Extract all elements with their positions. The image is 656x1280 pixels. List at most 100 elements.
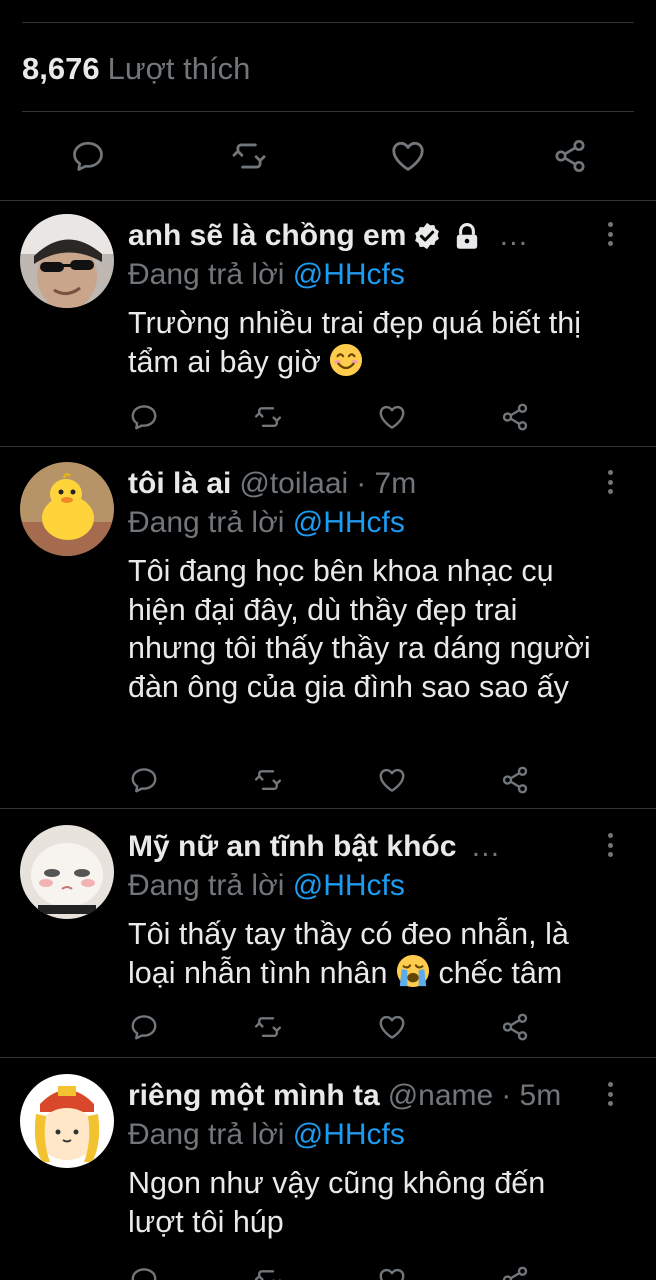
like-button[interactable]	[370, 1005, 414, 1049]
like-button[interactable]	[370, 758, 414, 802]
display-name[interactable]: tôi là ai	[128, 467, 231, 501]
display-name[interactable]: riêng một mình ta	[128, 1079, 380, 1113]
reply-button[interactable]	[122, 1258, 166, 1280]
heart-outline-icon	[379, 1015, 405, 1039]
avatar-image	[20, 214, 114, 308]
replying-to: Đang trả lời @HHcfs	[128, 1118, 405, 1152]
retweet-button[interactable]	[246, 395, 290, 439]
replying-label: Đang trả lời	[128, 869, 285, 902]
share-button[interactable]	[493, 395, 537, 439]
reply-actions	[0, 1258, 656, 1280]
divider	[22, 111, 634, 112]
avatar[interactable]	[20, 1074, 114, 1168]
share-nodes-icon	[502, 1266, 528, 1280]
mention-link[interactable]: @HHcfs	[293, 506, 405, 539]
speech-bubble-icon	[131, 1015, 157, 1040]
share-button[interactable]	[493, 1005, 537, 1049]
reply-actions	[0, 1005, 656, 1049]
reply-actions	[0, 395, 656, 439]
retweet-arrows-icon	[254, 407, 282, 427]
retweet-arrows-icon	[254, 770, 282, 790]
user-handle[interactable]: @toilaai	[239, 467, 348, 501]
share-nodes-icon	[502, 1013, 528, 1041]
timestamp[interactable]: · 5m	[501, 1079, 561, 1113]
retweet-button[interactable]	[219, 126, 279, 186]
divider	[0, 808, 656, 809]
replying-label: Đang trả lời	[128, 1118, 285, 1151]
speech-bubble-icon	[131, 768, 157, 793]
reply-tweet[interactable]: anh sẽ là chồng em … Đang trả lời @HHcfs…	[0, 214, 656, 446]
heart-outline-icon	[379, 768, 405, 792]
divider	[0, 200, 656, 201]
reply-button[interactable]	[122, 1005, 166, 1049]
like-button[interactable]	[378, 126, 438, 186]
reply-header: anh sẽ là chồng em …	[128, 216, 528, 256]
more-options-button[interactable]	[600, 218, 620, 250]
replying-label: Đang trả lời	[128, 506, 285, 539]
tweet-text: Trường nhiều trai đẹp quá biết thị tẩm a…	[128, 304, 628, 381]
share-nodes-icon	[502, 403, 528, 431]
mention-link[interactable]: @HHcfs	[293, 258, 405, 291]
likes-label: Lượt thích	[107, 51, 251, 86]
truncation-ellipsis: …	[470, 830, 501, 863]
divider	[0, 1057, 656, 1058]
divider	[22, 22, 634, 23]
reply-button[interactable]	[58, 126, 118, 186]
reply-tweet[interactable]: Mỹ nữ an tĩnh bật khóc … Đang trả lời @H…	[0, 825, 656, 1057]
speech-bubble-icon	[73, 141, 103, 171]
retweet-arrows-icon	[254, 1017, 282, 1037]
retweet-arrows-icon	[232, 143, 266, 169]
more-options-button[interactable]	[600, 466, 620, 498]
likes-stat[interactable]: 8,676 Lượt thích	[22, 48, 250, 90]
share-button[interactable]	[540, 126, 600, 186]
mention-link[interactable]: @HHcfs	[293, 869, 405, 902]
share-nodes-icon	[502, 766, 528, 794]
mention-link[interactable]: @HHcfs	[293, 1118, 405, 1151]
smiling-face-emoji-icon	[330, 343, 363, 376]
avatar-image	[20, 1074, 114, 1168]
reply-header: Mỹ nữ an tĩnh bật khóc …	[128, 827, 500, 867]
tweet-text-content: chếc tâm	[438, 955, 563, 990]
user-handle[interactable]: @name	[388, 1079, 494, 1113]
divider	[0, 446, 656, 447]
reply-tweet[interactable]: riêng một mình ta @name · 5m Đang trả lờ…	[0, 1074, 656, 1280]
like-button[interactable]	[370, 1258, 414, 1280]
timestamp[interactable]: · 7m	[356, 467, 416, 501]
verified-badge-icon	[412, 221, 442, 251]
truncation-ellipsis: …	[498, 219, 529, 252]
replying-to: Đang trả lời @HHcfs	[128, 869, 405, 903]
retweet-button[interactable]	[246, 1258, 290, 1280]
avatar[interactable]	[20, 214, 114, 308]
avatar[interactable]	[20, 825, 114, 919]
retweet-button[interactable]	[246, 758, 290, 802]
display-name[interactable]: anh sẽ là chồng em	[128, 219, 406, 253]
share-button[interactable]	[493, 758, 537, 802]
replying-label: Đang trả lời	[128, 258, 285, 291]
reply-header: tôi là ai @toilaai · 7m	[128, 464, 416, 504]
like-button[interactable]	[370, 395, 414, 439]
speech-bubble-icon	[131, 405, 157, 430]
heart-outline-icon	[379, 1268, 405, 1280]
retweet-button[interactable]	[246, 1005, 290, 1049]
speech-bubble-icon	[131, 1268, 157, 1280]
replying-to: Đang trả lời @HHcfs	[128, 258, 405, 292]
share-button[interactable]	[493, 1258, 537, 1280]
avatar[interactable]	[20, 462, 114, 556]
heart-outline-icon	[379, 405, 405, 429]
more-options-button[interactable]	[600, 1078, 620, 1110]
reply-button[interactable]	[122, 758, 166, 802]
main-tweet-actions	[0, 126, 656, 186]
reply-header: riêng một mình ta @name · 5m	[128, 1076, 561, 1116]
reply-button[interactable]	[122, 395, 166, 439]
retweet-arrows-icon	[254, 1270, 281, 1280]
replying-to: Đang trả lời @HHcfs	[128, 506, 405, 540]
loudly-crying-face-emoji-icon	[396, 954, 430, 987]
more-options-button[interactable]	[600, 829, 620, 861]
tweet-text: Ngon như vậy cũng không đến lượt tôi húp	[128, 1166, 546, 1239]
heart-outline-icon	[392, 141, 424, 171]
tweet-text: Tôi đang học bên khoa nhạc cụ hiện đại đ…	[128, 554, 591, 704]
likes-count: 8,676	[22, 51, 100, 86]
avatar-image	[20, 462, 114, 556]
display-name[interactable]: Mỹ nữ an tĩnh bật khóc	[128, 830, 456, 864]
reply-tweet[interactable]: tôi là ai @toilaai · 7m Đang trả lời @HH…	[0, 462, 656, 808]
